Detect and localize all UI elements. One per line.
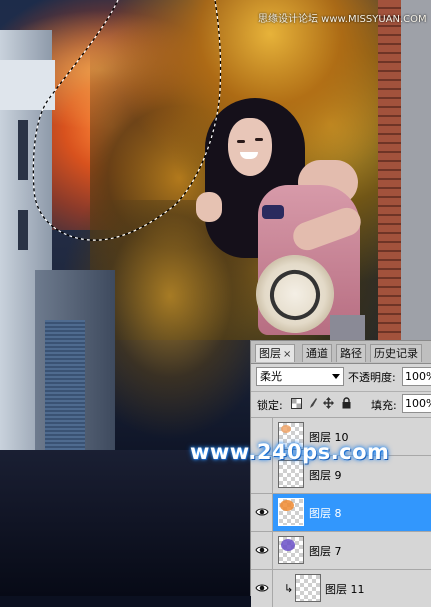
fill-input[interactable]: 100% <box>402 394 431 413</box>
eye-icon <box>255 584 269 592</box>
layer-row-selected[interactable]: 图层 8 <box>251 493 431 531</box>
tab-history[interactable]: 历史记录 <box>370 344 422 362</box>
layer-name: 图层 8 <box>309 507 342 520</box>
layer-row[interactable]: ↳ 图层 11 <box>251 569 431 607</box>
panel-tab-bar: 图层 × 通道 路径 历史记录 <box>251 341 431 364</box>
tab-channels[interactable]: 通道 <box>302 344 332 362</box>
close-icon[interactable]: × <box>283 349 291 360</box>
layer-thumbnail <box>295 574 321 602</box>
site-watermark: www.240ps.com <box>190 440 390 464</box>
layer-name: 图层 11 <box>325 583 365 596</box>
layer-thumbnail <box>278 498 304 526</box>
blend-mode-select[interactable]: 柔光 <box>256 367 344 386</box>
lock-label: 锁定: <box>257 399 283 412</box>
clipping-mask-arrow-icon: ↳ <box>284 582 294 595</box>
thumbnail-paint <box>281 539 295 551</box>
tab-layers[interactable]: 图层 × <box>255 344 296 362</box>
layer-row[interactable]: 图层 7 <box>251 531 431 569</box>
blend-mode-value: 柔光 <box>260 370 282 383</box>
eye-icon <box>255 546 269 554</box>
fill-label: 填充: <box>371 399 397 412</box>
visibility-toggle[interactable] <box>251 494 273 531</box>
lock-row: 锁定: 填充: 100% <box>251 391 431 416</box>
thumbnail-paint <box>281 425 291 433</box>
layer-name: 图层 7 <box>309 545 342 558</box>
opacity-label: 不透明度: <box>348 371 396 384</box>
visibility-toggle[interactable] <box>251 532 273 569</box>
layer-thumbnail <box>278 536 304 564</box>
tab-paths-label: 路径 <box>340 347 362 360</box>
forum-watermark: 思缘设计论坛 www.MISSYUAN.COM <box>258 14 427 25</box>
lock-pixels-brush-icon[interactable] <box>307 397 318 409</box>
visibility-toggle[interactable] <box>251 570 273 607</box>
layer-name: 图层 9 <box>309 469 342 482</box>
chevron-down-icon <box>332 374 340 379</box>
lock-all-icon[interactable] <box>341 397 352 409</box>
thumbnail-paint <box>280 500 294 511</box>
tab-history-label: 历史记录 <box>374 347 418 360</box>
tab-layers-label: 图层 <box>259 347 281 360</box>
layer-thumbnail <box>278 460 304 488</box>
lock-transparency-icon[interactable] <box>291 397 302 409</box>
lock-position-move-icon[interactable] <box>323 397 334 409</box>
eye-icon <box>255 508 269 516</box>
layers-panel: 图层× 通道 路径 历史记录 柔光 不透明度: 100% 锁定: <box>250 340 431 607</box>
opacity-input[interactable]: 100% <box>402 367 431 386</box>
tab-channels-label: 通道 <box>306 347 328 360</box>
tab-paths[interactable]: 路径 <box>336 344 366 362</box>
blend-row: 柔光 不透明度: 100% <box>251 365 431 389</box>
